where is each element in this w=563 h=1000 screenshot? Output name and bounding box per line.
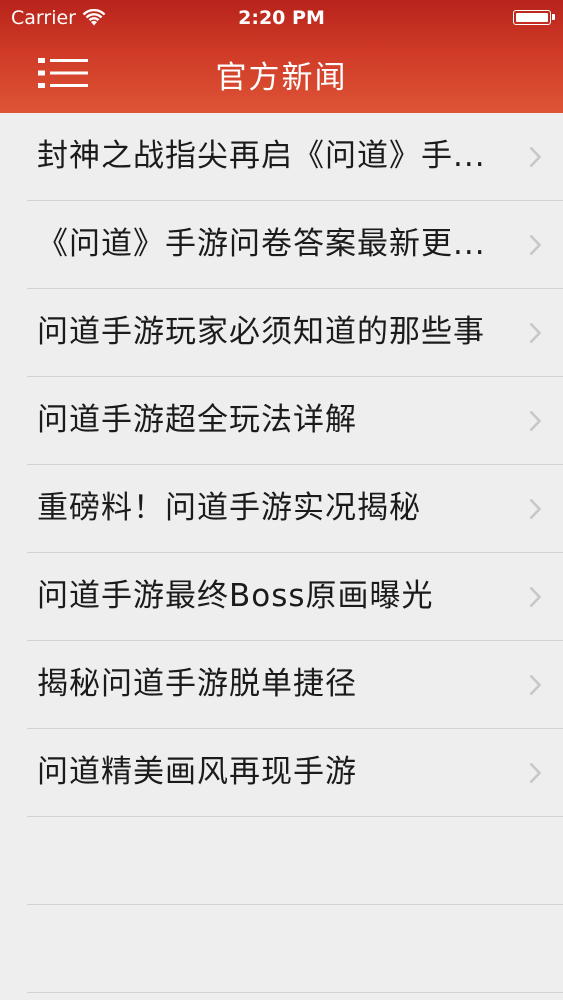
news-item-title: 揭秘问道手游脱单捷径 [37, 666, 357, 702]
chevron-right-icon [529, 322, 541, 344]
empty-row [0, 905, 563, 993]
row-divider [27, 992, 563, 993]
news-item-title: 重磅料！问道手游实况揭秘 [37, 490, 421, 526]
chevron-right-icon [529, 498, 541, 520]
news-item-title: 问道手游最终Boss原画曝光 [37, 578, 434, 614]
empty-row [0, 817, 563, 905]
news-item-title: 《问道》手游问卷答案最新更... [37, 226, 486, 262]
news-item-title: 封神之战指尖再启《问道》手... [37, 138, 486, 174]
news-item-title: 问道精美画风再现手游 [37, 754, 357, 790]
chevron-right-icon [529, 762, 541, 784]
news-item[interactable]: 问道手游超全玩法详解 [0, 377, 563, 465]
page-title: 官方新闻 [215, 60, 348, 96]
navigation-bar: Carrier 2:20 PM 官方新闻 [0, 0, 563, 113]
news-item[interactable]: 揭秘问道手游脱单捷径 [0, 641, 563, 729]
status-time: 2:20 PM [238, 7, 325, 29]
chevron-right-icon [529, 146, 541, 168]
chevron-right-icon [529, 234, 541, 256]
news-item[interactable]: 封神之战指尖再启《问道》手... [0, 113, 563, 201]
news-item-title: 问道手游超全玩法详解 [37, 402, 357, 438]
news-item[interactable]: 问道精美画风再现手游 [0, 729, 563, 817]
battery-icon [513, 10, 555, 25]
chevron-right-icon [529, 410, 541, 432]
news-item[interactable]: 重磅料！问道手游实况揭秘 [0, 465, 563, 553]
chevron-right-icon [529, 586, 541, 608]
status-bar: Carrier 2:20 PM [0, 0, 563, 36]
news-item[interactable]: 问道手游玩家必须知道的那些事 [0, 289, 563, 377]
news-item[interactable]: 《问道》手游问卷答案最新更... [0, 201, 563, 289]
news-item[interactable]: 问道手游最终Boss原画曝光 [0, 553, 563, 641]
news-list: 封神之战指尖再启《问道》手... 《问道》手游问卷答案最新更... 问道手游玩家… [0, 113, 563, 1000]
news-item-title: 问道手游玩家必须知道的那些事 [37, 314, 485, 350]
chevron-right-icon [529, 674, 541, 696]
